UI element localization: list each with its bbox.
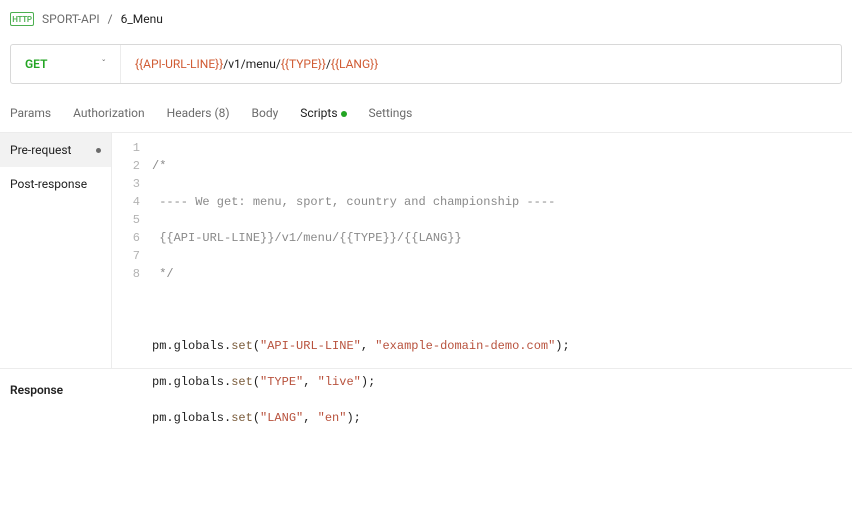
request-tabs: Params Authorization Headers (8) Body Sc… bbox=[0, 84, 852, 132]
method-label: GET bbox=[25, 57, 47, 71]
pre-request-dot-icon bbox=[96, 148, 101, 153]
request-bar: GET ˇ {{API-URL-LINE}} /v1/menu/ {{TYPE}… bbox=[10, 44, 842, 84]
scripts-sidebar: Pre-request Post-response bbox=[0, 133, 112, 368]
tab-headers[interactable]: Headers (8) bbox=[167, 102, 230, 124]
scripts-editor-area: Pre-request Post-response 12345678 /* --… bbox=[0, 132, 852, 369]
tab-params[interactable]: Params bbox=[10, 102, 51, 124]
breadcrumb: HTTP SPORT-API / 6_Menu bbox=[0, 0, 852, 36]
url-var-lang: {{LANG}} bbox=[331, 57, 378, 71]
code-content: /* ---- We get: menu, sport, country and… bbox=[152, 139, 852, 368]
chevron-down-icon: ˇ bbox=[102, 59, 106, 70]
http-icon: HTTP bbox=[10, 12, 34, 26]
sidebar-item-label: Post-response bbox=[10, 177, 87, 191]
breadcrumb-separator: / bbox=[108, 12, 113, 26]
tab-authorization[interactable]: Authorization bbox=[73, 102, 145, 124]
sidebar-item-pre-request[interactable]: Pre-request bbox=[0, 133, 111, 167]
scripts-modified-dot-icon bbox=[341, 111, 347, 117]
url-var-type: {{TYPE}} bbox=[281, 57, 326, 71]
code-editor[interactable]: 12345678 /* ---- We get: menu, sport, co… bbox=[112, 133, 852, 368]
tab-scripts-label: Scripts bbox=[300, 106, 337, 120]
url-text: /v1/menu/ bbox=[223, 57, 281, 71]
url-input[interactable]: {{API-URL-LINE}} /v1/menu/ {{TYPE}} / {{… bbox=[121, 57, 841, 71]
tab-settings[interactable]: Settings bbox=[369, 102, 413, 124]
code-gutter: 12345678 bbox=[112, 139, 152, 368]
tab-scripts[interactable]: Scripts bbox=[300, 102, 346, 124]
breadcrumb-request[interactable]: 6_Menu bbox=[121, 12, 163, 26]
url-var-api-url-line: {{API-URL-LINE}} bbox=[135, 57, 223, 71]
sidebar-item-label: Pre-request bbox=[10, 143, 71, 157]
sidebar-item-post-response[interactable]: Post-response bbox=[0, 167, 111, 201]
method-select[interactable]: GET ˇ bbox=[11, 45, 121, 83]
tab-body[interactable]: Body bbox=[252, 102, 279, 124]
breadcrumb-collection[interactable]: SPORT-API bbox=[42, 12, 100, 26]
